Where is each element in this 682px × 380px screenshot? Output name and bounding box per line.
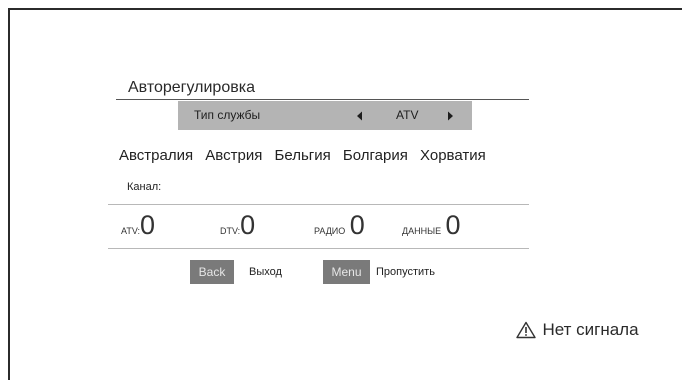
channel-label: Канал: xyxy=(127,181,162,193)
country-item[interactable]: Хорватия xyxy=(420,147,486,164)
divider xyxy=(108,248,529,249)
country-item[interactable]: Бельгия xyxy=(275,147,331,164)
country-item[interactable]: Австралия xyxy=(119,147,193,164)
atv-counter-value: 0 xyxy=(140,210,156,240)
divider xyxy=(108,204,529,205)
country-list: Австралия Австрия Бельгия Болгария Хорва… xyxy=(119,147,494,164)
dtv-counter: DTV:0 xyxy=(220,211,255,241)
title-underline xyxy=(116,99,529,100)
service-type-value: ATV xyxy=(396,108,419,122)
data-counter-label: ДАННЫЕ xyxy=(402,226,442,236)
no-signal-status: Нет сигнала xyxy=(516,320,639,342)
radio-counter: РАДИО 0 xyxy=(314,211,365,241)
data-counter-value: 0 xyxy=(445,210,461,240)
page-title: Авторегулировка xyxy=(128,79,255,96)
warning-icon xyxy=(516,321,536,339)
atv-counter: ATV:0 xyxy=(121,211,155,241)
country-item[interactable]: Болгария xyxy=(343,147,408,164)
service-type-label: Тип службы xyxy=(194,108,261,122)
arrow-left-icon[interactable] xyxy=(352,108,368,124)
back-button[interactable]: Back xyxy=(190,260,234,284)
no-signal-text: Нет сигнала xyxy=(542,320,639,339)
back-button-caption: Выход xyxy=(249,266,282,278)
service-type-row[interactable]: Тип службы ATV xyxy=(178,101,472,130)
dtv-counter-value: 0 xyxy=(240,210,256,240)
data-counter: ДАННЫЕ 0 xyxy=(402,211,461,241)
arrow-right-icon[interactable] xyxy=(442,108,458,124)
radio-counter-value: 0 xyxy=(349,210,365,240)
radio-counter-label: РАДИО xyxy=(314,226,346,236)
menu-button[interactable]: Menu xyxy=(323,260,370,284)
country-item[interactable]: Австрия xyxy=(205,147,262,164)
atv-counter-label: ATV: xyxy=(121,226,141,236)
dtv-counter-label: DTV: xyxy=(220,226,241,236)
menu-button-caption: Пропустить xyxy=(376,266,435,278)
